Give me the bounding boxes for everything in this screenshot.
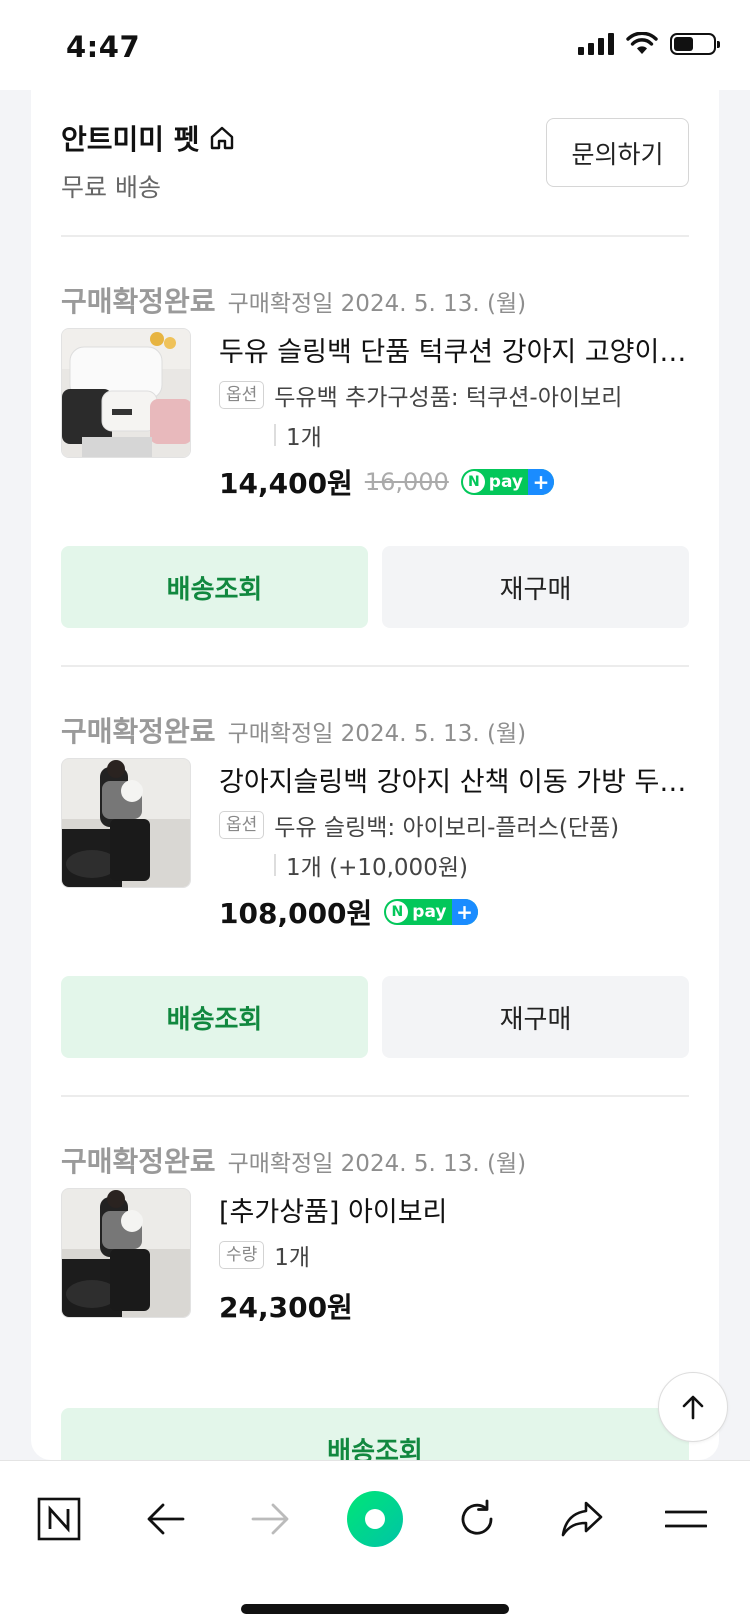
track-delivery-button[interactable]: 배송조회 bbox=[61, 546, 368, 628]
option-badge: 옵션 bbox=[219, 810, 265, 840]
browser-toolbar bbox=[0, 1460, 750, 1623]
shipping-info: 무료 배송 bbox=[61, 173, 161, 202]
divider bbox=[61, 1095, 689, 1097]
order-date: 구매확정일 2024. 5. 13. (월) bbox=[227, 721, 527, 747]
order-item-3: 구매확정완료 구매확정일 2024. 5. 13. (월) [추가상품] 아이보… bbox=[61, 1140, 689, 1460]
green-dot-button[interactable] bbox=[345, 1489, 405, 1549]
quantity-text: 1개 (+10,000원) bbox=[286, 855, 468, 881]
store-name: 안트미미 펫 bbox=[61, 123, 200, 156]
npay-plus-badge: N pay + bbox=[384, 899, 478, 925]
home-indicator bbox=[241, 1604, 509, 1614]
product-title[interactable]: 두유 슬링백 단품 턱쿠션 강아지 고양이 애견 슬링백 이동 가방 bbox=[219, 330, 689, 369]
option-row: 수량 1개 bbox=[219, 1238, 310, 1272]
order-date: 구매확정일 2024. 5. 13. (월) bbox=[227, 291, 527, 317]
store-home-icon bbox=[210, 126, 233, 150]
option-text: 두유 슬링백: 아이보리-플러스(단품) bbox=[274, 815, 620, 841]
divider bbox=[61, 665, 689, 667]
inquiry-button[interactable]: 문의하기 bbox=[546, 118, 689, 187]
separator bbox=[274, 424, 276, 446]
order-item-1: 구매확정완료 구매확정일 2024. 5. 13. (월) 두유 슬링백 단품 … bbox=[61, 280, 689, 630]
product-image bbox=[62, 759, 190, 887]
product-title[interactable]: 강아지슬링백 강아지 산책 이동 가방 두유 슬링백 bbox=[219, 760, 689, 799]
quantity-text: 1개 bbox=[274, 1245, 311, 1271]
naver-home-button[interactable] bbox=[29, 1489, 89, 1549]
status-bar: 4:47 bbox=[0, 0, 750, 90]
plus-icon: + bbox=[528, 469, 554, 495]
order-status: 구매확정완료 bbox=[61, 715, 216, 748]
price-row: 14,400원 16,000 N pay + bbox=[219, 462, 554, 502]
npay-plus-badge: N pay + bbox=[460, 469, 554, 495]
rebuy-button[interactable]: 재구매 bbox=[382, 976, 689, 1058]
product-image bbox=[62, 329, 190, 457]
green-dot-icon bbox=[347, 1491, 403, 1547]
action-buttons: 배송조회 bbox=[61, 1408, 689, 1460]
track-delivery-button[interactable]: 배송조회 bbox=[61, 976, 368, 1058]
divider bbox=[61, 235, 689, 237]
npay-n-icon: N bbox=[462, 471, 485, 493]
track-delivery-button[interactable]: 배송조회 bbox=[61, 1408, 689, 1460]
order-status: 구매확정완료 bbox=[61, 285, 216, 318]
order-status: 구매확정완료 bbox=[61, 1145, 216, 1178]
product-image bbox=[62, 1189, 190, 1317]
order-status-line: 구매확정완료 구매확정일 2024. 5. 13. (월) bbox=[61, 710, 526, 750]
order-status-line: 구매확정완료 구매확정일 2024. 5. 13. (월) bbox=[61, 280, 526, 320]
price: 14,400원 bbox=[219, 467, 353, 500]
arrow-left-icon bbox=[147, 1503, 185, 1535]
refresh-icon bbox=[461, 1499, 493, 1535]
status-time: 4:47 bbox=[66, 30, 141, 64]
battery-icon bbox=[670, 33, 720, 55]
hamburger-menu-icon bbox=[665, 1510, 707, 1528]
option-row: 옵션 두유백 추가구성품: 턱쿠션-아이보리 bbox=[219, 378, 622, 412]
product-title[interactable]: [추가상품] 아이보리 bbox=[219, 1190, 689, 1229]
action-buttons: 배송조회 재구매 bbox=[61, 546, 689, 628]
arrow-up-icon bbox=[682, 1395, 704, 1420]
price: 108,000원 bbox=[219, 897, 373, 930]
price-row: 24,300원 bbox=[219, 1286, 353, 1326]
quantity-text: 1개 bbox=[286, 425, 322, 451]
product-thumbnail[interactable] bbox=[61, 758, 191, 888]
store-header: 안트미미 펫 무료 배송 문의하기 bbox=[61, 118, 689, 248]
order-status-line: 구매확정완료 구매확정일 2024. 5. 13. (월) bbox=[61, 1140, 526, 1180]
quantity-badge: 수량 bbox=[219, 1240, 265, 1270]
menu-button[interactable] bbox=[656, 1489, 716, 1549]
refresh-button[interactable] bbox=[447, 1489, 507, 1549]
status-icons bbox=[578, 32, 720, 56]
original-price: 16,000 bbox=[364, 468, 449, 496]
share-button[interactable] bbox=[552, 1489, 612, 1549]
order-date: 구매확정일 2024. 5. 13. (월) bbox=[227, 1151, 527, 1177]
action-buttons: 배송조회 재구매 bbox=[61, 976, 689, 1058]
cellular-signal-icon bbox=[578, 33, 614, 55]
forward-button[interactable] bbox=[240, 1489, 300, 1549]
option-text: 두유백 추가구성품: 턱쿠션-아이보리 bbox=[274, 385, 623, 411]
npay-label: pay bbox=[412, 902, 447, 922]
order-item-2: 구매확정완료 구매확정일 2024. 5. 13. (월) 강아지슬링백 강아지… bbox=[61, 710, 689, 1060]
back-button[interactable] bbox=[136, 1489, 196, 1549]
store-name-link[interactable]: 안트미미 펫 bbox=[61, 118, 236, 158]
order-card: 안트미미 펫 무료 배송 문의하기 구매확정완료 구매확정일 2024. 5. … bbox=[31, 90, 719, 1460]
share-arrow-icon bbox=[561, 1501, 603, 1537]
product-thumbnail[interactable] bbox=[61, 328, 191, 458]
scroll-to-top-button[interactable] bbox=[658, 1372, 728, 1442]
product-thumbnail[interactable] bbox=[61, 1188, 191, 1318]
quantity-row: 1개 bbox=[274, 418, 322, 452]
arrow-right-icon bbox=[251, 1503, 289, 1535]
wifi-icon bbox=[626, 32, 658, 54]
quantity-row: 1개 (+10,000원) bbox=[274, 848, 468, 882]
option-row: 옵션 두유 슬링백: 아이보리-플러스(단품) bbox=[219, 808, 619, 842]
npay-n-icon: N bbox=[386, 901, 409, 923]
option-badge: 옵션 bbox=[219, 380, 265, 410]
rebuy-button[interactable]: 재구매 bbox=[382, 546, 689, 628]
naver-n-icon bbox=[37, 1497, 81, 1541]
price-row: 108,000원 N pay + bbox=[219, 892, 478, 932]
npay-label: pay bbox=[488, 472, 523, 492]
separator bbox=[274, 854, 276, 876]
plus-icon: + bbox=[451, 899, 478, 925]
price: 24,300원 bbox=[219, 1291, 353, 1324]
